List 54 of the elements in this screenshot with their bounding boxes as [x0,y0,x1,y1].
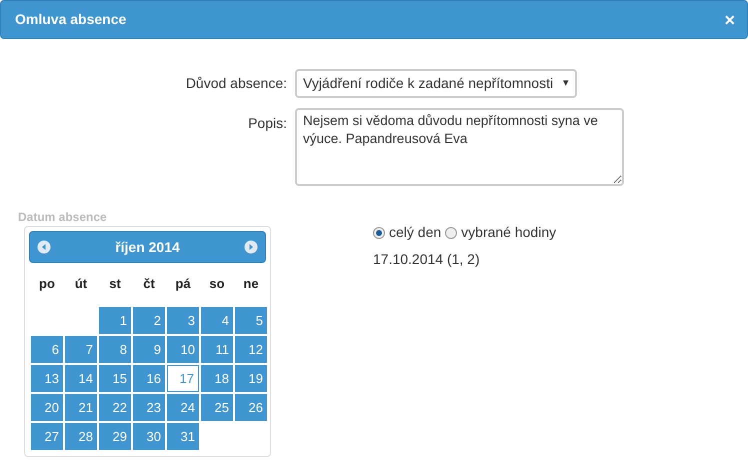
day-cell[interactable]: 1 [99,307,131,334]
day-cell[interactable]: 18 [201,365,233,392]
weekday-label: st [108,275,122,293]
description-field[interactable]: Nejsem si vědoma důvodu nepřítomnosti syna ve výuce. Papandreusová Eva [295,108,624,186]
close-button[interactable]: × [720,10,739,28]
day-cell[interactable]: 3 [167,307,199,334]
day-cell[interactable]: 11 [201,336,233,363]
reason-dropdown[interactable]: Vyjádření rodiče k zadané nepřítomnosti ▾ [295,69,577,98]
day-cell[interactable]: 24 [167,394,199,421]
weekday-label: ne [242,275,260,293]
day-cell[interactable]: 10 [167,336,199,363]
day-cell[interactable]: 2 [133,307,165,334]
day-cell[interactable]: 21 [65,394,97,421]
day-cell[interactable]: 23 [133,394,165,421]
day-cell[interactable]: 31 [167,423,199,450]
radio-button[interactable] [373,226,385,238]
field-label: Důvod absence: [184,74,288,93]
day-cell[interactable]: 22 [99,394,131,421]
day-cell[interactable]: 29 [99,423,131,450]
day-cell[interactable]: 20 [31,394,63,421]
month-title: říjen 2014 [115,238,180,257]
day-cell[interactable]: 17 [167,365,199,392]
day-cell[interactable]: 15 [99,365,131,392]
weekday-label: po [38,275,56,293]
date-summary: 17.10.2014 (1, 2) [373,250,481,269]
weekday-label: čt [142,275,156,293]
previous-month-icon[interactable] [37,240,51,254]
day-cell[interactable]: 8 [99,336,131,363]
day-cell[interactable]: 5 [235,307,267,334]
day-cell[interactable]: 27 [31,423,63,450]
field-label: Popis: [247,114,288,133]
day-cell[interactable]: 14 [65,365,97,392]
day-cell[interactable]: 4 [201,307,233,334]
section-label: Datum absence [18,209,108,226]
day-cell[interactable]: 9 [133,336,165,363]
day-cell[interactable]: 19 [235,365,267,392]
dialog-title: Omluva absence [15,10,126,29]
next-month-icon[interactable] [244,240,258,254]
caret-icon: ▾ [563,75,569,92]
day-cell[interactable]: 26 [235,394,267,421]
radio-option[interactable]: vybrané hodiny [445,222,556,243]
weekday-label: pá [174,275,192,293]
day-cell[interactable]: 28 [65,423,97,450]
day-cell[interactable]: 7 [65,336,97,363]
day-cell[interactable]: 30 [133,423,165,450]
day-cell[interactable]: 16 [133,365,165,392]
day-cell[interactable]: 13 [31,365,63,392]
day-cell[interactable]: 25 [201,394,233,421]
weekday-label: út [74,275,88,293]
weekday-label: so [208,275,226,293]
radio-option[interactable]: celý den [373,222,442,243]
radio-button[interactable] [445,226,458,238]
day-cell[interactable]: 6 [31,336,63,363]
day-cell[interactable]: 12 [235,336,267,363]
